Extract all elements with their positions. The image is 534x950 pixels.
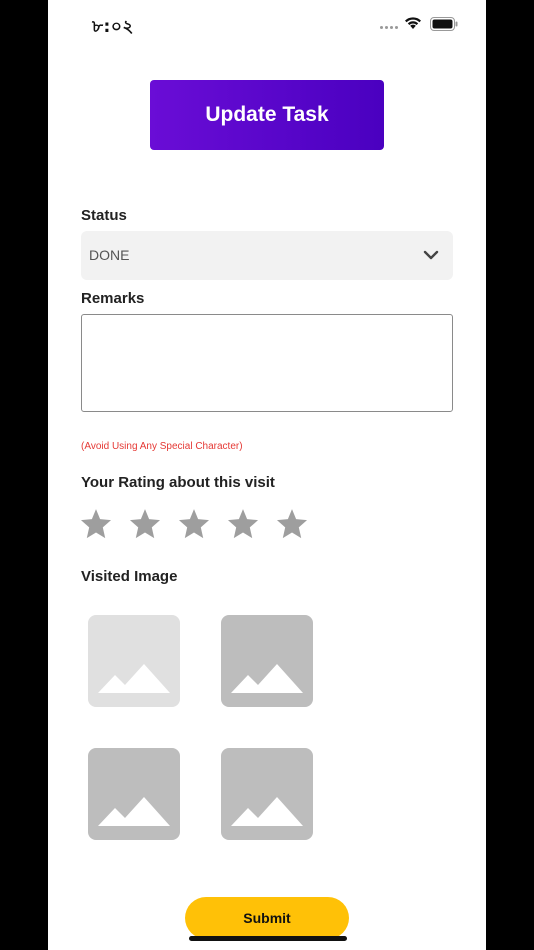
remarks-label: Remarks bbox=[81, 290, 145, 307]
image-placeholder-icon bbox=[98, 797, 170, 826]
star-icon[interactable] bbox=[128, 506, 162, 542]
star-icon[interactable] bbox=[275, 506, 309, 542]
visited-image-slot[interactable] bbox=[88, 748, 180, 840]
status-selected-value: DONE bbox=[89, 247, 130, 263]
chevron-down-icon bbox=[423, 250, 439, 260]
screen: ৮:০২ Update Task Status DONE Remarks (Av… bbox=[48, 0, 486, 950]
image-placeholder-icon bbox=[231, 664, 303, 693]
star-icon[interactable] bbox=[177, 506, 211, 542]
visited-image-slot[interactable] bbox=[221, 615, 313, 707]
special-character-hint: (Avoid Using Any Special Character) bbox=[81, 441, 243, 452]
visited-image-slot[interactable] bbox=[88, 615, 180, 707]
status-dropdown[interactable]: DONE bbox=[81, 231, 453, 280]
star-icon[interactable] bbox=[79, 506, 113, 542]
rating-stars bbox=[79, 506, 309, 542]
rating-label: Your Rating about this visit bbox=[81, 474, 275, 491]
image-placeholder-icon bbox=[98, 664, 170, 693]
image-placeholder-icon bbox=[231, 797, 303, 826]
cellular-signal-icon bbox=[380, 26, 398, 29]
visited-image-label: Visited Image bbox=[81, 568, 178, 585]
visited-image-slot[interactable] bbox=[221, 748, 313, 840]
wifi-icon bbox=[405, 17, 421, 29]
status-label: Status bbox=[81, 207, 127, 224]
update-task-button[interactable]: Update Task bbox=[150, 80, 384, 150]
submit-button[interactable]: Submit bbox=[185, 897, 349, 939]
remarks-textarea[interactable] bbox=[81, 314, 453, 412]
status-time: ৮:০২ bbox=[92, 17, 134, 37]
status-bar: ৮:০২ bbox=[48, 0, 486, 50]
battery-icon bbox=[430, 17, 458, 31]
star-icon[interactable] bbox=[226, 506, 260, 542]
home-indicator bbox=[189, 936, 347, 941]
